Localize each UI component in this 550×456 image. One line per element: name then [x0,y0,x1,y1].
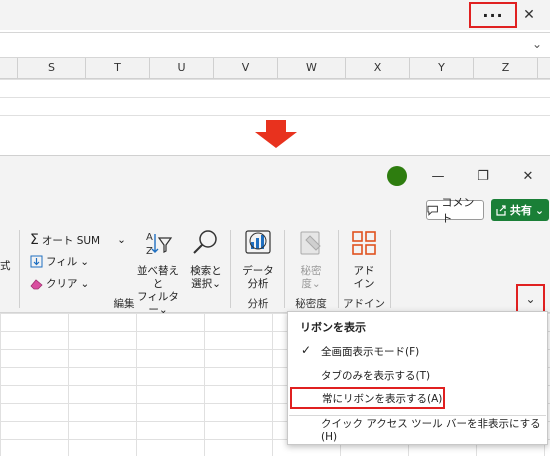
chevron-down-icon[interactable]: ⌄ [117,234,126,246]
arrow-down-icon-head [255,132,297,148]
share-icon [496,204,506,216]
group-label-analysis: 分析 [247,298,269,310]
clear-label: クリア [46,278,78,290]
top-screenshot-panel: ··· ✕ ⌄ S T U V W X Y Z [0,0,550,116]
column-header[interactable]: U [150,58,214,78]
menu-header: リボンを表示 [300,321,366,334]
chevron-down-icon: ⌄ [525,292,536,306]
sensitivity-button[interactable]: 秘密 度⌄ [290,228,332,291]
menu-item-label: クイック アクセス ツール バーを非表示にする (H) [321,417,541,443]
sensitivity-label-2: 度⌄ [301,278,321,290]
chevron-down-icon: ⌄ [534,203,545,217]
column-header[interactable]: T [86,58,150,78]
eraser-icon [30,278,43,289]
sigma-icon: Σ [30,232,39,248]
find-select-button[interactable]: 検索と 選択⌄ [186,228,226,291]
close-button[interactable]: ✕ [511,164,545,188]
formula-bar[interactable]: ⌄ [0,32,550,58]
menu-item-tabs-only[interactable]: タブのみを表示する(T) [289,364,546,386]
ribbon-display-options-button[interactable]: ⌄ [516,284,545,314]
checkmark-icon: ✓ [301,343,312,357]
restore-button[interactable]: ❐ [466,164,500,188]
group-separator [230,230,231,308]
data-analysis-label-2: 分析 [247,278,269,290]
addins-button[interactable]: アド イン [344,228,384,291]
account-status-icon[interactable] [387,166,407,186]
title-bar: — ❐ ✕ [0,156,550,196]
column-header[interactable]: V [214,58,278,78]
chevron-down-icon: ⌄ [80,277,90,290]
group-label-sensitivity: 秘密度 [295,298,327,310]
share-button[interactable]: 共有 ⌄ [491,199,549,221]
column-header[interactable]: X [346,58,410,78]
column-header-row: S T U V W X Y Z [0,58,550,79]
fill-down-icon [30,255,43,268]
sheet-grid[interactable] [0,79,550,116]
menu-item-full-screen[interactable]: ✓ 全画面表示モード(F) [289,340,546,362]
column-header[interactable]: Z [474,58,538,78]
fill-button[interactable]: フィル ⌄ [30,254,89,269]
svg-text:A: A [146,232,153,243]
group-separator [284,230,285,308]
menu-item-label: 常にリボンを表示する(A) [322,392,443,405]
comment-button[interactable]: コメント [426,196,484,225]
data-analysis-button[interactable]: データ 分析 [236,228,280,291]
addins-label-1: アド [353,265,375,277]
find-select-label-1: 検索と [190,265,222,277]
minimize-button[interactable]: — [421,164,455,188]
close-button[interactable]: ✕ [510,3,548,27]
chevron-down-icon: ⌄ [80,255,90,268]
autosum-label: オート SUM [41,234,101,247]
group-label-addins: アドイン [343,298,385,310]
addins-icon [352,231,376,255]
group-separator [338,230,339,308]
title-bar: ··· ✕ [0,0,550,30]
column-header[interactable]: W [278,58,346,78]
chevron-down-icon[interactable]: ⌄ [532,37,542,51]
column-header[interactable]: S [18,58,86,78]
group-label-edit: 編集 [113,298,135,310]
autosum-button[interactable]: Σ オート SUM ⌄ [30,232,126,248]
menu-item-label: タブのみを表示する(T) [321,369,431,382]
arrow-down-icon [266,120,286,132]
group-separator [390,230,391,308]
data-analysis-label-1: データ [242,265,274,277]
addins-label-2: イン [353,278,375,290]
sort-filter-icon: A Z [146,232,173,257]
ribbon: 式 Σ オート SUM ⌄ フィル ⌄ クリア ⌄ A Z 並べ替えと フィルタ… [0,224,550,316]
data-analysis-icon [245,230,271,254]
share-label: 共有 [509,204,532,217]
clear-button[interactable]: クリア ⌄ [30,276,89,291]
search-icon [193,230,217,254]
menu-item-hide-quick-access[interactable]: クイック アクセス ツール バーを非表示にする (H) [289,417,546,443]
comment-label: コメント [441,196,475,225]
find-select-label-2: 選択⌄ [191,278,221,290]
column-header[interactable]: Y [410,58,474,78]
sensitivity-icon [300,231,321,255]
fill-label: フィル [46,256,78,268]
sort-filter-label-1: 並べ替えと [137,265,179,290]
column-header-corner [0,58,18,78]
comment-icon [427,205,438,216]
share-row: コメント 共有 ⌄ [0,196,550,225]
menu-item-label: 全画面表示モード(F) [321,345,420,358]
sensitivity-label-1: 秘密 [300,265,322,277]
ribbon-display-menu: リボンを表示 ✓ 全画面表示モード(F) タブのみを表示する(T) 常にリボンを… [287,311,548,445]
menu-item-always-show-ribbon[interactable]: 常にリボンを表示する(A) [290,387,445,409]
group-separator [19,230,20,308]
ribbon-cut-text: 式 [0,260,11,272]
svg-text:Z: Z [146,246,153,257]
